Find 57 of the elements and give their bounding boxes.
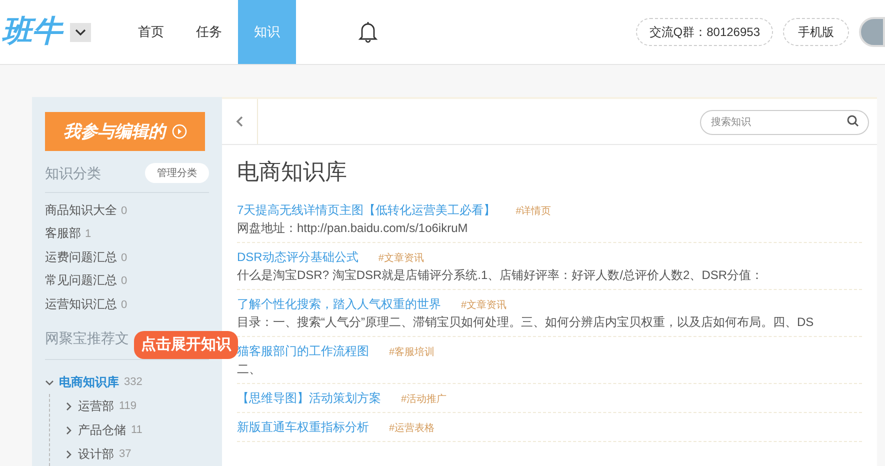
tag-link[interactable]: #客服培训	[389, 345, 435, 360]
count: 37	[119, 446, 132, 462]
count: 119	[119, 398, 137, 414]
manage-categories-button[interactable]: 管理分类	[145, 163, 209, 183]
article-link[interactable]: 猫客服部门的工作流程图	[237, 342, 369, 360]
chevron-down-icon[interactable]	[45, 378, 54, 386]
count: 0	[121, 250, 128, 266]
search-field[interactable]: 搜索知识	[700, 110, 869, 135]
chevron-down-icon	[75, 28, 86, 36]
count: 0	[121, 298, 128, 312]
hint-callout: 点击展开知识	[134, 331, 238, 359]
section-title: 知识分类	[45, 164, 101, 182]
category-link[interactable]: 客服部	[45, 224, 81, 242]
chevron-right-icon[interactable]	[64, 402, 73, 410]
category-link[interactable]: 运费问题汇总	[45, 248, 117, 266]
qq-group-button[interactable]: 交流Q群：80126953	[636, 18, 773, 46]
tree-item[interactable]: 产品仓储	[78, 421, 126, 439]
chevron-left-icon	[236, 116, 243, 127]
mobile-version-button[interactable]: 手机版	[783, 18, 849, 46]
count: 1	[85, 227, 92, 242]
page-title: 电商知识库	[237, 158, 348, 186]
article-summary: 二、	[237, 361, 262, 378]
count: 11	[131, 422, 142, 438]
tree-item[interactable]: 设计部	[78, 445, 114, 463]
tag-link[interactable]: #文章资讯	[461, 298, 507, 313]
article-summary: 目录：一、搜索“人气分”原理二、滞销宝贝如何处理。三、如何分辨店内宝贝权重，以及店如何布局。四、DS	[237, 314, 815, 331]
nav-tab[interactable]: 知识	[238, 0, 296, 64]
section-title: 网聚宝推荐文	[45, 330, 129, 346]
article-link[interactable]: 新版直通车权重指标分析	[237, 418, 369, 436]
count: 0	[121, 204, 128, 218]
category-link[interactable]: 商品知识大全	[45, 200, 117, 218]
my-edits-button[interactable]: 我参与编辑的	[45, 112, 205, 150]
article-link[interactable]: DSR动态评分基础公式	[237, 248, 358, 266]
nav-tab[interactable]: 任务	[180, 0, 238, 64]
dropdown-button[interactable]	[70, 22, 91, 42]
chevron-right-icon[interactable]	[64, 450, 73, 458]
tag-link[interactable]: #文章资讯	[378, 251, 424, 266]
tag-link[interactable]: #详情页	[516, 204, 552, 219]
play-circle-icon	[172, 124, 186, 139]
article-link[interactable]: 7天提高无线详情页主图【低转化运营美工必看】	[237, 201, 496, 219]
tree-item[interactable]: 电商知识库	[59, 373, 119, 391]
nav-tab[interactable]: 首页	[122, 0, 180, 64]
article-summary: 网盘地址：http://pan.baidu.com/s/1o6ikruM	[237, 220, 469, 237]
count: 0	[121, 274, 128, 289]
tree-item[interactable]: 运营部	[78, 397, 114, 415]
search-icon[interactable]	[847, 115, 859, 127]
chevron-right-icon[interactable]	[64, 426, 73, 434]
article-summary: 什么是淘宝DSR? 淘宝DSR就是店铺评分系统.1、店铺好评率：好评人数/总评价人数2、DSR分值：	[237, 267, 764, 284]
count: 332	[124, 374, 142, 390]
logo[interactable]: 班牛	[2, 17, 62, 47]
tag-link[interactable]: #运营表格	[389, 421, 435, 436]
tag-link[interactable]: #活动推广	[401, 392, 447, 407]
article-link[interactable]: 【思维导图】活动策划方案	[237, 389, 381, 407]
category-link[interactable]: 运营知识汇总	[45, 294, 117, 312]
article-link[interactable]: 了解个性化搜索，踏入人气权重的世界	[237, 295, 441, 313]
category-link[interactable]: 常见问题汇总	[45, 271, 117, 289]
bell-icon[interactable]	[358, 21, 378, 43]
